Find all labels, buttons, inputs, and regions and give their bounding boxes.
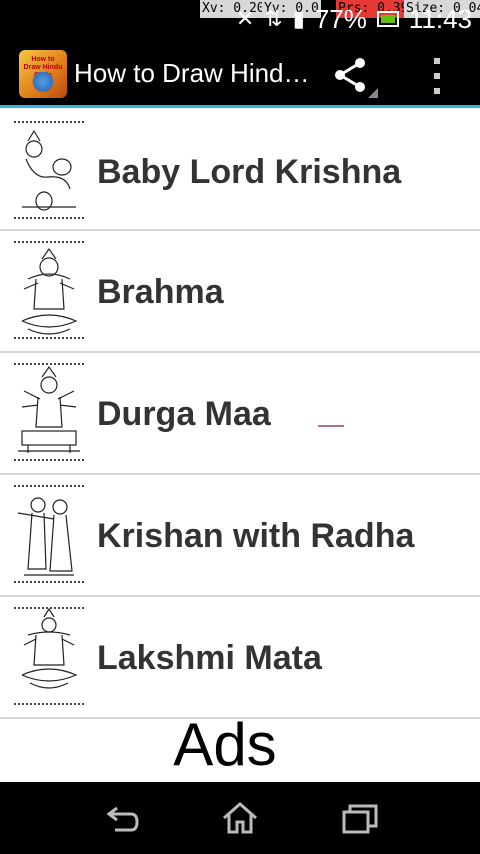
krishna-radha-drawing-icon bbox=[14, 483, 84, 587]
navigation-bar bbox=[0, 782, 480, 854]
list-item[interactable]: Brahma bbox=[0, 231, 480, 353]
deity-list: Baby Lord Krishna Brahma Durga Maa Krish… bbox=[0, 111, 480, 719]
share-dropdown-indicator bbox=[368, 88, 378, 98]
item-label: Durga Maa bbox=[97, 395, 271, 433]
status-bar: Xv: 0.203 Yv: 0.0 Prs: 0.39 Size: 0.04 ✕… bbox=[0, 0, 480, 38]
no-signal-icon: ✕ bbox=[235, 6, 255, 31]
list-item[interactable]: Krishan with Radha bbox=[0, 475, 480, 597]
baby-krishna-drawing-icon bbox=[14, 119, 84, 223]
home-icon[interactable] bbox=[220, 798, 260, 838]
decorative-dash bbox=[318, 425, 344, 427]
share-icon[interactable] bbox=[332, 56, 370, 94]
data-transfer-icon: ⇅ bbox=[264, 6, 283, 31]
battery-percent: 77% bbox=[314, 4, 367, 34]
item-label: Lakshmi Mata bbox=[97, 639, 322, 677]
signal-strength-icon: ▮ bbox=[292, 6, 305, 31]
action-bar: How to Draw Hindu Gods How to Draw Hind… bbox=[0, 38, 480, 108]
durga-drawing-icon bbox=[14, 361, 84, 465]
list-item[interactable]: Durga Maa bbox=[0, 353, 480, 475]
app-title: How to Draw Hind… bbox=[74, 58, 310, 88]
overflow-menu-icon[interactable] bbox=[430, 58, 444, 94]
lakshmi-drawing-icon bbox=[14, 605, 84, 709]
back-icon[interactable] bbox=[101, 798, 141, 838]
deity-figure-icon bbox=[27, 72, 59, 96]
brahma-drawing-icon bbox=[14, 239, 84, 343]
recent-apps-icon[interactable] bbox=[340, 798, 380, 838]
ads-placeholder[interactable]: Ads bbox=[0, 708, 450, 782]
item-label: Krishan with Radha bbox=[97, 517, 415, 555]
item-label: Baby Lord Krishna bbox=[97, 153, 402, 191]
battery-icon bbox=[376, 11, 399, 27]
list-item[interactable]: Baby Lord Krishna bbox=[0, 111, 480, 231]
list-item[interactable]: Lakshmi Mata bbox=[0, 597, 480, 719]
clock: 11:43 bbox=[408, 4, 472, 34]
app-icon[interactable]: How to Draw Hindu Gods bbox=[19, 50, 67, 98]
status-icons: ✕ ⇅ ▮ 77% 11:43 bbox=[236, 4, 472, 34]
item-label: Brahma bbox=[97, 273, 224, 311]
